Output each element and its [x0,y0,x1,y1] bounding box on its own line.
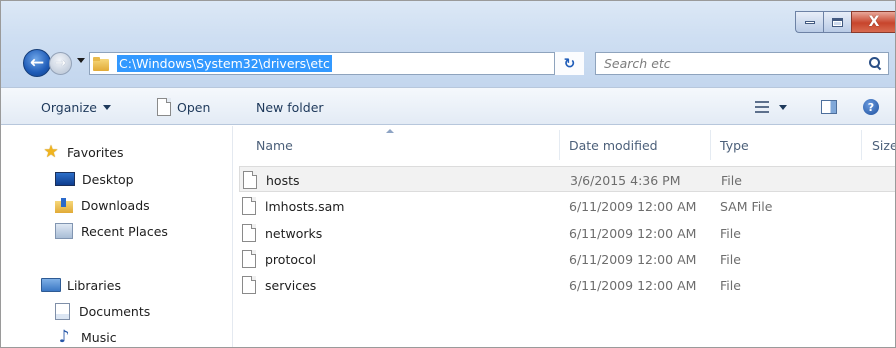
desktop-icon [55,172,75,186]
sidebar-item-label: Documents [79,303,151,319]
address-bar[interactable]: C:\Windows\System32\drivers\etc [89,52,584,75]
file-icon [242,276,256,294]
sidebar-item-favorites[interactable]: ★ Favorites [41,141,123,163]
refresh-button[interactable]: ↻ [554,52,584,75]
address-path[interactable]: C:\Windows\System32\drivers\etc [117,55,332,72]
refresh-icon: ↻ [563,55,576,72]
open-button[interactable]: Open [157,88,210,126]
file-icon [242,197,256,215]
recent-pages-dropdown-icon[interactable] [77,58,85,63]
file-date: 6/11/2009 12:00 AM [569,277,697,293]
close-icon: X [868,14,880,30]
file-row-protocol[interactable]: protocol 6/11/2009 12:00 AM File [239,246,895,272]
column-divider[interactable] [710,130,711,160]
sidebar-item-label: Recent Places [81,223,168,239]
music-icon: ♪ [58,327,70,347]
column-header-label: Type [720,137,749,153]
file-date: 6/11/2009 12:00 AM [569,225,697,241]
column-divider[interactable] [861,130,862,160]
file-name: lmhosts.sam [265,198,345,214]
preview-pane-button[interactable] [821,88,837,126]
maximize-icon [832,17,843,27]
file-type: File [721,172,742,188]
file-type: SAM File [720,198,773,214]
sidebar-item-documents[interactable]: Documents [55,300,150,322]
organize-button[interactable]: Organize [41,88,111,126]
close-button[interactable]: X [851,11,895,33]
column-header-type[interactable]: Type [720,126,749,164]
command-bar: Organize Open New folder ? [1,87,895,126]
forward-arrow-icon: → [55,56,66,71]
sidebar-item-label: Music [81,329,117,345]
documents-icon [55,302,70,320]
file-row-hosts[interactable]: hosts 3/6/2015 4:36 PM File [239,166,895,192]
maximize-button[interactable] [823,11,851,33]
preview-pane-icon [821,100,837,114]
back-button[interactable]: ← [23,49,51,77]
star-icon: ★ [43,142,59,162]
file-type: File [720,251,741,267]
window-controls: X [795,11,895,33]
column-header-date[interactable]: Date modified [569,126,658,164]
help-button[interactable]: ? [863,88,879,126]
column-divider[interactable] [559,130,560,160]
file-row-lmhosts[interactable]: lmhosts.sam 6/11/2009 12:00 AM SAM File [239,193,895,219]
open-label: Open [177,99,211,115]
file-name: services [265,277,317,293]
chevron-down-icon [779,104,787,110]
navigation-pane: ★ Favorites Desktop Downloads Recent Pla… [1,126,233,347]
file-row-networks[interactable]: networks 6/11/2009 12:00 AM File [239,220,895,246]
sidebar-item-music[interactable]: ♪ Music [55,326,117,347]
sidebar-item-label: Favorites [67,144,124,160]
recent-places-icon [55,223,73,239]
column-header-label: Date modified [569,137,658,153]
file-row-services[interactable]: services 6/11/2009 12:00 AM File [239,272,895,298]
minimize-icon [804,20,815,24]
help-icon: ? [863,99,879,115]
column-header-name[interactable]: Name [256,126,293,164]
sidebar-item-libraries[interactable]: Libraries [41,274,121,296]
title-bar: X ← → C:\Windows\System32\drivers\etc ↻ … [1,1,895,87]
sidebar-item-recent-places[interactable]: Recent Places [55,220,168,242]
file-type: File [720,277,741,293]
sort-ascending-icon [386,129,394,133]
forward-button[interactable]: → [49,52,72,75]
search-icon[interactable] [869,57,882,70]
minimize-button[interactable] [795,11,823,33]
file-date: 3/6/2015 4:36 PM [570,172,681,188]
file-icon [242,250,256,268]
search-placeholder: Search etc [604,56,671,71]
file-icon [243,171,257,189]
sidebar-item-label: Downloads [81,197,150,213]
file-date: 6/11/2009 12:00 AM [569,251,697,267]
file-name: networks [265,225,323,241]
file-list: Name Date modified Type Size hosts 3/6/2… [234,126,896,347]
sidebar-item-downloads[interactable]: Downloads [55,194,150,216]
downloads-icon [55,197,73,213]
file-name: protocol [265,251,316,267]
back-arrow-icon: ← [29,52,45,73]
search-input[interactable]: Search etc [595,52,889,75]
column-header-label: Name [256,137,293,153]
folder-icon [93,56,109,71]
new-folder-button[interactable]: New folder [256,88,324,126]
file-name: hosts [266,172,300,188]
change-view-button[interactable] [755,88,787,126]
file-type: File [720,225,741,241]
column-header-size[interactable]: Size [872,126,896,164]
new-folder-label: New folder [256,99,324,115]
libraries-icon [41,278,61,292]
file-date: 6/11/2009 12:00 AM [569,198,697,214]
sidebar-item-label: Libraries [67,277,121,293]
details-view-icon [755,101,769,113]
sidebar-item-label: Desktop [82,171,134,187]
file-icon [242,224,256,242]
organize-label: Organize [41,99,97,115]
chevron-down-icon [103,104,111,110]
column-header-label: Size [872,137,896,153]
document-icon [157,98,171,116]
explorer-window: X ← → C:\Windows\System32\drivers\etc ↻ … [0,0,896,348]
sidebar-item-desktop[interactable]: Desktop [55,168,134,190]
